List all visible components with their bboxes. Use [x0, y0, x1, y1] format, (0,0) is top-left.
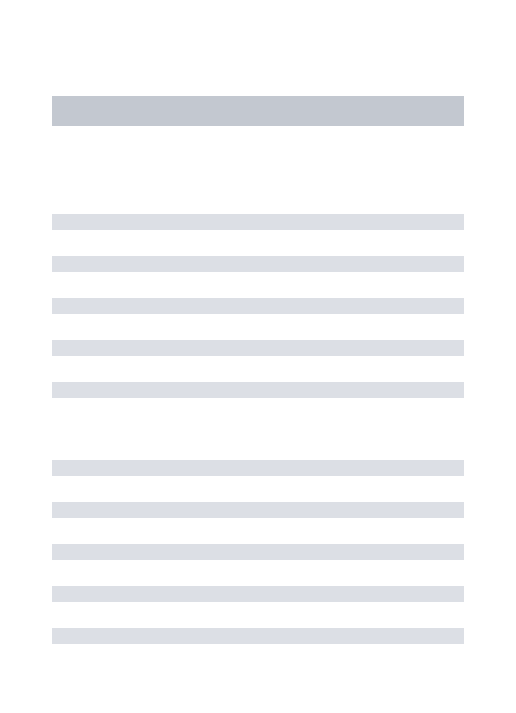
skeleton-line — [52, 586, 464, 602]
skeleton-line — [52, 544, 464, 560]
skeleton-group-separator — [52, 424, 464, 460]
skeleton-line — [52, 460, 464, 476]
skeleton-line — [52, 214, 464, 230]
skeleton-title-bar — [52, 96, 464, 126]
skeleton-line — [52, 340, 464, 356]
skeleton-line — [52, 256, 464, 272]
skeleton-line — [52, 298, 464, 314]
skeleton-line — [52, 382, 464, 398]
skeleton-line — [52, 628, 464, 644]
skeleton-line — [52, 502, 464, 518]
